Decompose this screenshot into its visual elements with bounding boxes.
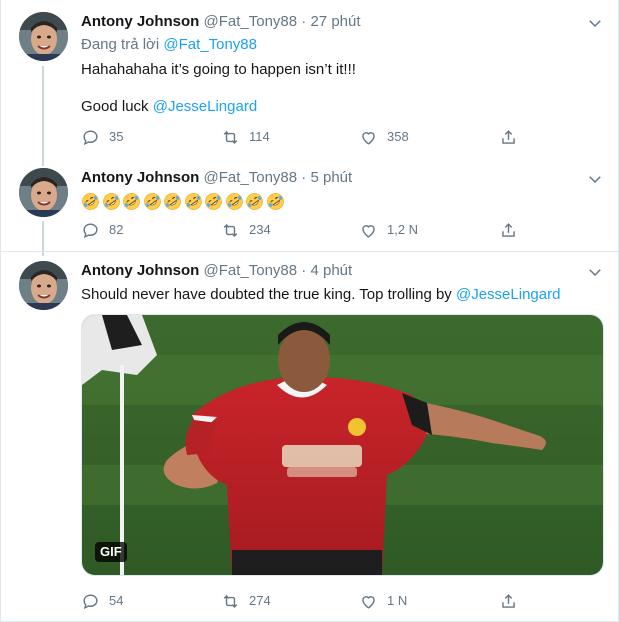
tweet-actions: 82 234 1,2 N (81, 220, 521, 240)
chevron-down-icon[interactable] (586, 263, 604, 281)
retweet-button[interactable]: 114 (221, 127, 270, 147)
heart-icon (362, 595, 375, 609)
avatar-image (19, 12, 68, 61)
like-button[interactable]: 358 (359, 127, 409, 147)
avatar[interactable] (19, 261, 68, 310)
reply-icon (83, 222, 98, 238)
tweet-header: Antony Johnson @Fat_Tony88 · 27 phút (81, 12, 361, 32)
mention-link[interactable]: @JesseLingard (153, 98, 257, 115)
rolling-on-floor-laughing-emoji (205, 193, 222, 210)
tweet-text-prefix: Good luck (81, 98, 149, 115)
rolling-on-floor-laughing-emoji (102, 193, 120, 210)
avatar[interactable] (19, 168, 68, 217)
rolling-on-floor-laughing-emoji (246, 193, 263, 210)
like-count: 358 (387, 129, 409, 144)
retweet-icon (223, 223, 238, 237)
chevron-down-icon[interactable] (586, 170, 604, 188)
tweet-1[interactable]: Antony Johnson @Fat_Tony88 · 27 phút Đan… (1, 0, 619, 160)
reply-icon (83, 129, 98, 145)
tweet-emoji-text (81, 192, 286, 211)
retweet-button[interactable]: 234 (221, 220, 271, 240)
gif-frame (82, 315, 603, 575)
retweet-count: 114 (249, 129, 270, 144)
share-icon (502, 129, 515, 144)
tweet-text-line-1: Hahahahaha it’s going to happen isn’t it… (81, 61, 356, 78)
tweet-actions: 54 274 1 N (81, 591, 521, 611)
tweet-actions: 35 114 358 (81, 127, 521, 147)
retweet-count: 274 (249, 593, 271, 608)
gif-media[interactable]: GIF (81, 314, 604, 576)
rolling-on-floor-laughing-emoji (184, 193, 202, 210)
separator-dot: · (301, 262, 307, 279)
heart-icon (362, 131, 375, 145)
reply-prefix: Đang trả lời (81, 36, 160, 53)
author-handle[interactable]: @Fat_Tony88 (204, 13, 298, 30)
share-icon (502, 593, 515, 608)
rolling-on-floor-laughing-emoji (164, 193, 181, 210)
timestamp[interactable]: 4 phút (310, 262, 352, 279)
rolling-on-floor-laughing-emoji (143, 193, 161, 210)
share-button[interactable] (499, 591, 527, 611)
tweet-text: Should never have doubted the true king.… (81, 285, 560, 305)
tweet-header: Antony Johnson @Fat_Tony88 · 5 phút (81, 168, 352, 188)
reply-button[interactable]: 82 (81, 220, 123, 240)
timestamp[interactable]: 5 phút (310, 169, 352, 186)
retweet-button[interactable]: 274 (221, 591, 271, 611)
heart-icon (362, 224, 375, 238)
reply-icon (83, 593, 98, 609)
share-button[interactable] (499, 127, 527, 147)
like-count: 1,2 N (387, 222, 419, 237)
reply-count: 82 (109, 222, 124, 237)
author-handle[interactable]: @Fat_Tony88 (204, 169, 298, 186)
timestamp[interactable]: 27 phút (310, 13, 360, 30)
reply-button[interactable]: 35 (81, 127, 123, 147)
gif-badge: GIF (95, 542, 127, 562)
share-button[interactable] (499, 220, 527, 240)
tweet-text-line-2: Good luck @JesseLingard (81, 97, 257, 117)
tweet-header: Antony Johnson @Fat_Tony88 · 4 phút (81, 261, 352, 281)
mention-link[interactable]: @JesseLingard (456, 286, 560, 303)
avatar-image (19, 261, 68, 310)
reply-button[interactable]: 54 (81, 591, 123, 611)
tweet-2[interactable]: Antony Johnson @Fat_Tony88 · 5 phút 82 2… (1, 160, 619, 252)
author-name[interactable]: Antony Johnson (81, 262, 199, 279)
chevron-down-icon[interactable] (586, 14, 604, 32)
like-count: 1 N (387, 593, 408, 608)
like-button[interactable]: 1 N (359, 591, 407, 611)
avatar[interactable] (19, 12, 68, 61)
retweet-icon (223, 130, 238, 144)
reply-context: Đang trả lời @Fat_Tony88 (81, 35, 257, 55)
reply-count: 35 (109, 129, 124, 144)
tweet-text-prefix: Should never have doubted the true king.… (81, 286, 452, 303)
rolling-on-floor-laughing-emoji (225, 193, 243, 210)
retweet-icon (223, 594, 238, 608)
separator-dot: · (301, 169, 307, 186)
rolling-on-floor-laughing-emoji (266, 193, 284, 210)
timeline-frame: Antony Johnson @Fat_Tony88 · 27 phút Đan… (0, 0, 619, 622)
author-name[interactable]: Antony Johnson (81, 169, 199, 186)
reply-count: 54 (109, 593, 124, 608)
share-icon (502, 222, 515, 237)
avatar-image (19, 168, 68, 217)
like-button[interactable]: 1,2 N (359, 220, 418, 240)
rolling-on-floor-laughing-emoji (82, 193, 99, 210)
separator-dot: · (301, 13, 307, 30)
reply-mention[interactable]: @Fat_Tony88 (163, 36, 257, 53)
retweet-count: 234 (249, 222, 271, 237)
author-name[interactable]: Antony Johnson (81, 13, 199, 30)
author-handle[interactable]: @Fat_Tony88 (204, 262, 298, 279)
rolling-on-floor-laughing-emoji (123, 193, 140, 210)
